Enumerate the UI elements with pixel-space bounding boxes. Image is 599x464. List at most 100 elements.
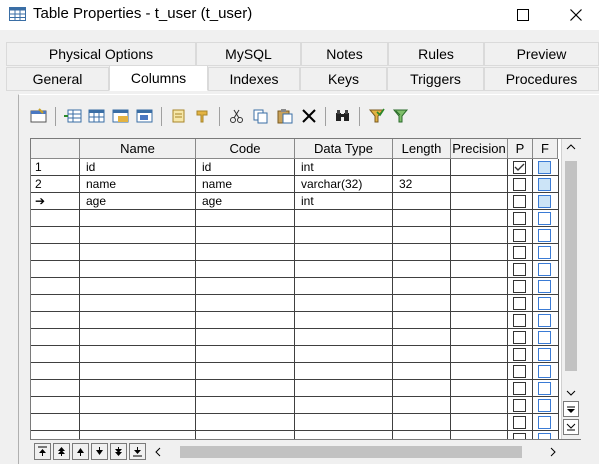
row-number[interactable] bbox=[31, 227, 80, 244]
cell-code[interactable] bbox=[196, 244, 295, 261]
row-number[interactable] bbox=[31, 346, 80, 363]
tab-general[interactable]: General bbox=[6, 67, 109, 91]
foreign-key-checkbox[interactable] bbox=[538, 195, 551, 208]
cell-name[interactable] bbox=[80, 278, 196, 295]
header-p[interactable]: P bbox=[508, 139, 533, 159]
cell-precision[interactable] bbox=[451, 431, 508, 439]
move-up-button[interactable] bbox=[72, 443, 89, 460]
primary-key-checkbox[interactable] bbox=[513, 399, 526, 412]
cell-precision[interactable] bbox=[451, 278, 508, 295]
cell-precision[interactable] bbox=[451, 380, 508, 397]
table-row[interactable] bbox=[31, 431, 559, 439]
cell-code[interactable] bbox=[196, 295, 295, 312]
primary-key-checkbox[interactable] bbox=[513, 263, 526, 276]
delete-button[interactable] bbox=[298, 104, 320, 128]
cell-name[interactable] bbox=[80, 312, 196, 329]
cell-code[interactable]: name bbox=[196, 176, 295, 193]
cell-precision[interactable] bbox=[451, 295, 508, 312]
primary-key-checkbox[interactable] bbox=[513, 348, 526, 361]
move-down-button[interactable] bbox=[91, 443, 108, 460]
cell-name[interactable] bbox=[80, 363, 196, 380]
table-row[interactable] bbox=[31, 244, 559, 261]
cell-length[interactable] bbox=[393, 295, 451, 312]
cell-data-type[interactable]: int bbox=[295, 159, 393, 176]
filter-button[interactable] bbox=[192, 104, 214, 128]
cell-precision[interactable] bbox=[451, 346, 508, 363]
primary-key-checkbox[interactable] bbox=[513, 433, 526, 439]
foreign-key-checkbox[interactable] bbox=[538, 212, 551, 225]
row-number[interactable]: 2 bbox=[31, 176, 80, 193]
primary-key-checkbox[interactable] bbox=[513, 246, 526, 259]
table-row[interactable] bbox=[31, 227, 559, 244]
primary-key-checkbox[interactable] bbox=[513, 178, 526, 191]
row-number[interactable] bbox=[31, 261, 80, 278]
cell-data-type[interactable]: varchar(32) bbox=[295, 176, 393, 193]
table-row[interactable] bbox=[31, 312, 559, 329]
cell-length[interactable] bbox=[393, 431, 451, 439]
tab-rules[interactable]: Rules bbox=[388, 42, 484, 66]
cell-name[interactable]: age bbox=[80, 193, 196, 210]
cell-code[interactable] bbox=[196, 329, 295, 346]
primary-key-checkbox[interactable] bbox=[513, 195, 526, 208]
move-bottom-button[interactable] bbox=[129, 443, 146, 460]
primary-key-checkbox[interactable] bbox=[513, 280, 526, 293]
foreign-key-checkbox[interactable] bbox=[538, 178, 551, 191]
cell-length[interactable] bbox=[393, 261, 451, 278]
header-precision[interactable]: Precision bbox=[451, 139, 508, 159]
foreign-key-checkbox[interactable] bbox=[538, 314, 551, 327]
cell-length[interactable] bbox=[393, 244, 451, 261]
table-row[interactable] bbox=[31, 278, 559, 295]
cell-name[interactable] bbox=[80, 431, 196, 439]
cell-precision[interactable] bbox=[451, 159, 508, 176]
cell-data-type[interactable] bbox=[295, 346, 393, 363]
cell-data-type[interactable] bbox=[295, 312, 393, 329]
row-number[interactable] bbox=[31, 244, 80, 261]
table-row[interactable] bbox=[31, 414, 559, 431]
cell-name[interactable] bbox=[80, 210, 196, 227]
cell-data-type[interactable] bbox=[295, 278, 393, 295]
cell-data-type[interactable] bbox=[295, 380, 393, 397]
tab-mysql[interactable]: MySQL bbox=[196, 42, 301, 66]
row-number[interactable] bbox=[31, 397, 80, 414]
foreign-key-checkbox[interactable] bbox=[538, 246, 551, 259]
row-number[interactable] bbox=[31, 329, 80, 346]
cell-data-type[interactable] bbox=[295, 397, 393, 414]
header-data-type[interactable]: Data Type bbox=[295, 139, 393, 159]
primary-key-checkbox[interactable] bbox=[513, 229, 526, 242]
cell-precision[interactable] bbox=[451, 210, 508, 227]
cell-length[interactable] bbox=[393, 193, 451, 210]
cell-name[interactable]: name bbox=[80, 176, 196, 193]
primary-key-checkbox[interactable] bbox=[513, 365, 526, 378]
paste-button[interactable] bbox=[274, 104, 296, 128]
table-row[interactable]: 2 name name varchar(32) 32 bbox=[31, 176, 559, 193]
cut-button[interactable] bbox=[226, 104, 248, 128]
tab-physical-options[interactable]: Physical Options bbox=[6, 42, 196, 66]
find-binoculars-button[interactable] bbox=[332, 104, 354, 128]
tab-preview[interactable]: Preview bbox=[484, 42, 599, 66]
table-row[interactable]: 1 id id int bbox=[31, 159, 559, 176]
replace-column-button[interactable] bbox=[134, 104, 156, 128]
cell-code[interactable] bbox=[196, 210, 295, 227]
cell-precision[interactable] bbox=[451, 312, 508, 329]
foreign-key-checkbox[interactable] bbox=[538, 348, 551, 361]
cell-length[interactable]: 32 bbox=[393, 176, 451, 193]
cell-data-type[interactable] bbox=[295, 363, 393, 380]
close-button[interactable] bbox=[553, 0, 599, 30]
cell-code[interactable] bbox=[196, 312, 295, 329]
clear-filter-button[interactable] bbox=[390, 104, 412, 128]
primary-key-checkbox[interactable] bbox=[513, 416, 526, 429]
primary-key-checkbox[interactable] bbox=[513, 331, 526, 344]
foreign-key-checkbox[interactable] bbox=[538, 263, 551, 276]
horizontal-scroll-thumb[interactable] bbox=[180, 446, 522, 458]
cell-code[interactable] bbox=[196, 363, 295, 380]
cell-length[interactable] bbox=[393, 346, 451, 363]
cell-precision[interactable] bbox=[451, 261, 508, 278]
scroll-bottom-button[interactable] bbox=[563, 419, 579, 435]
cell-data-type[interactable] bbox=[295, 431, 393, 439]
add-row-button[interactable] bbox=[86, 104, 108, 128]
cell-code[interactable]: age bbox=[196, 193, 295, 210]
cell-length[interactable] bbox=[393, 414, 451, 431]
cell-code[interactable] bbox=[196, 380, 295, 397]
row-number[interactable] bbox=[31, 431, 80, 439]
row-number[interactable]: 1 bbox=[31, 159, 80, 176]
